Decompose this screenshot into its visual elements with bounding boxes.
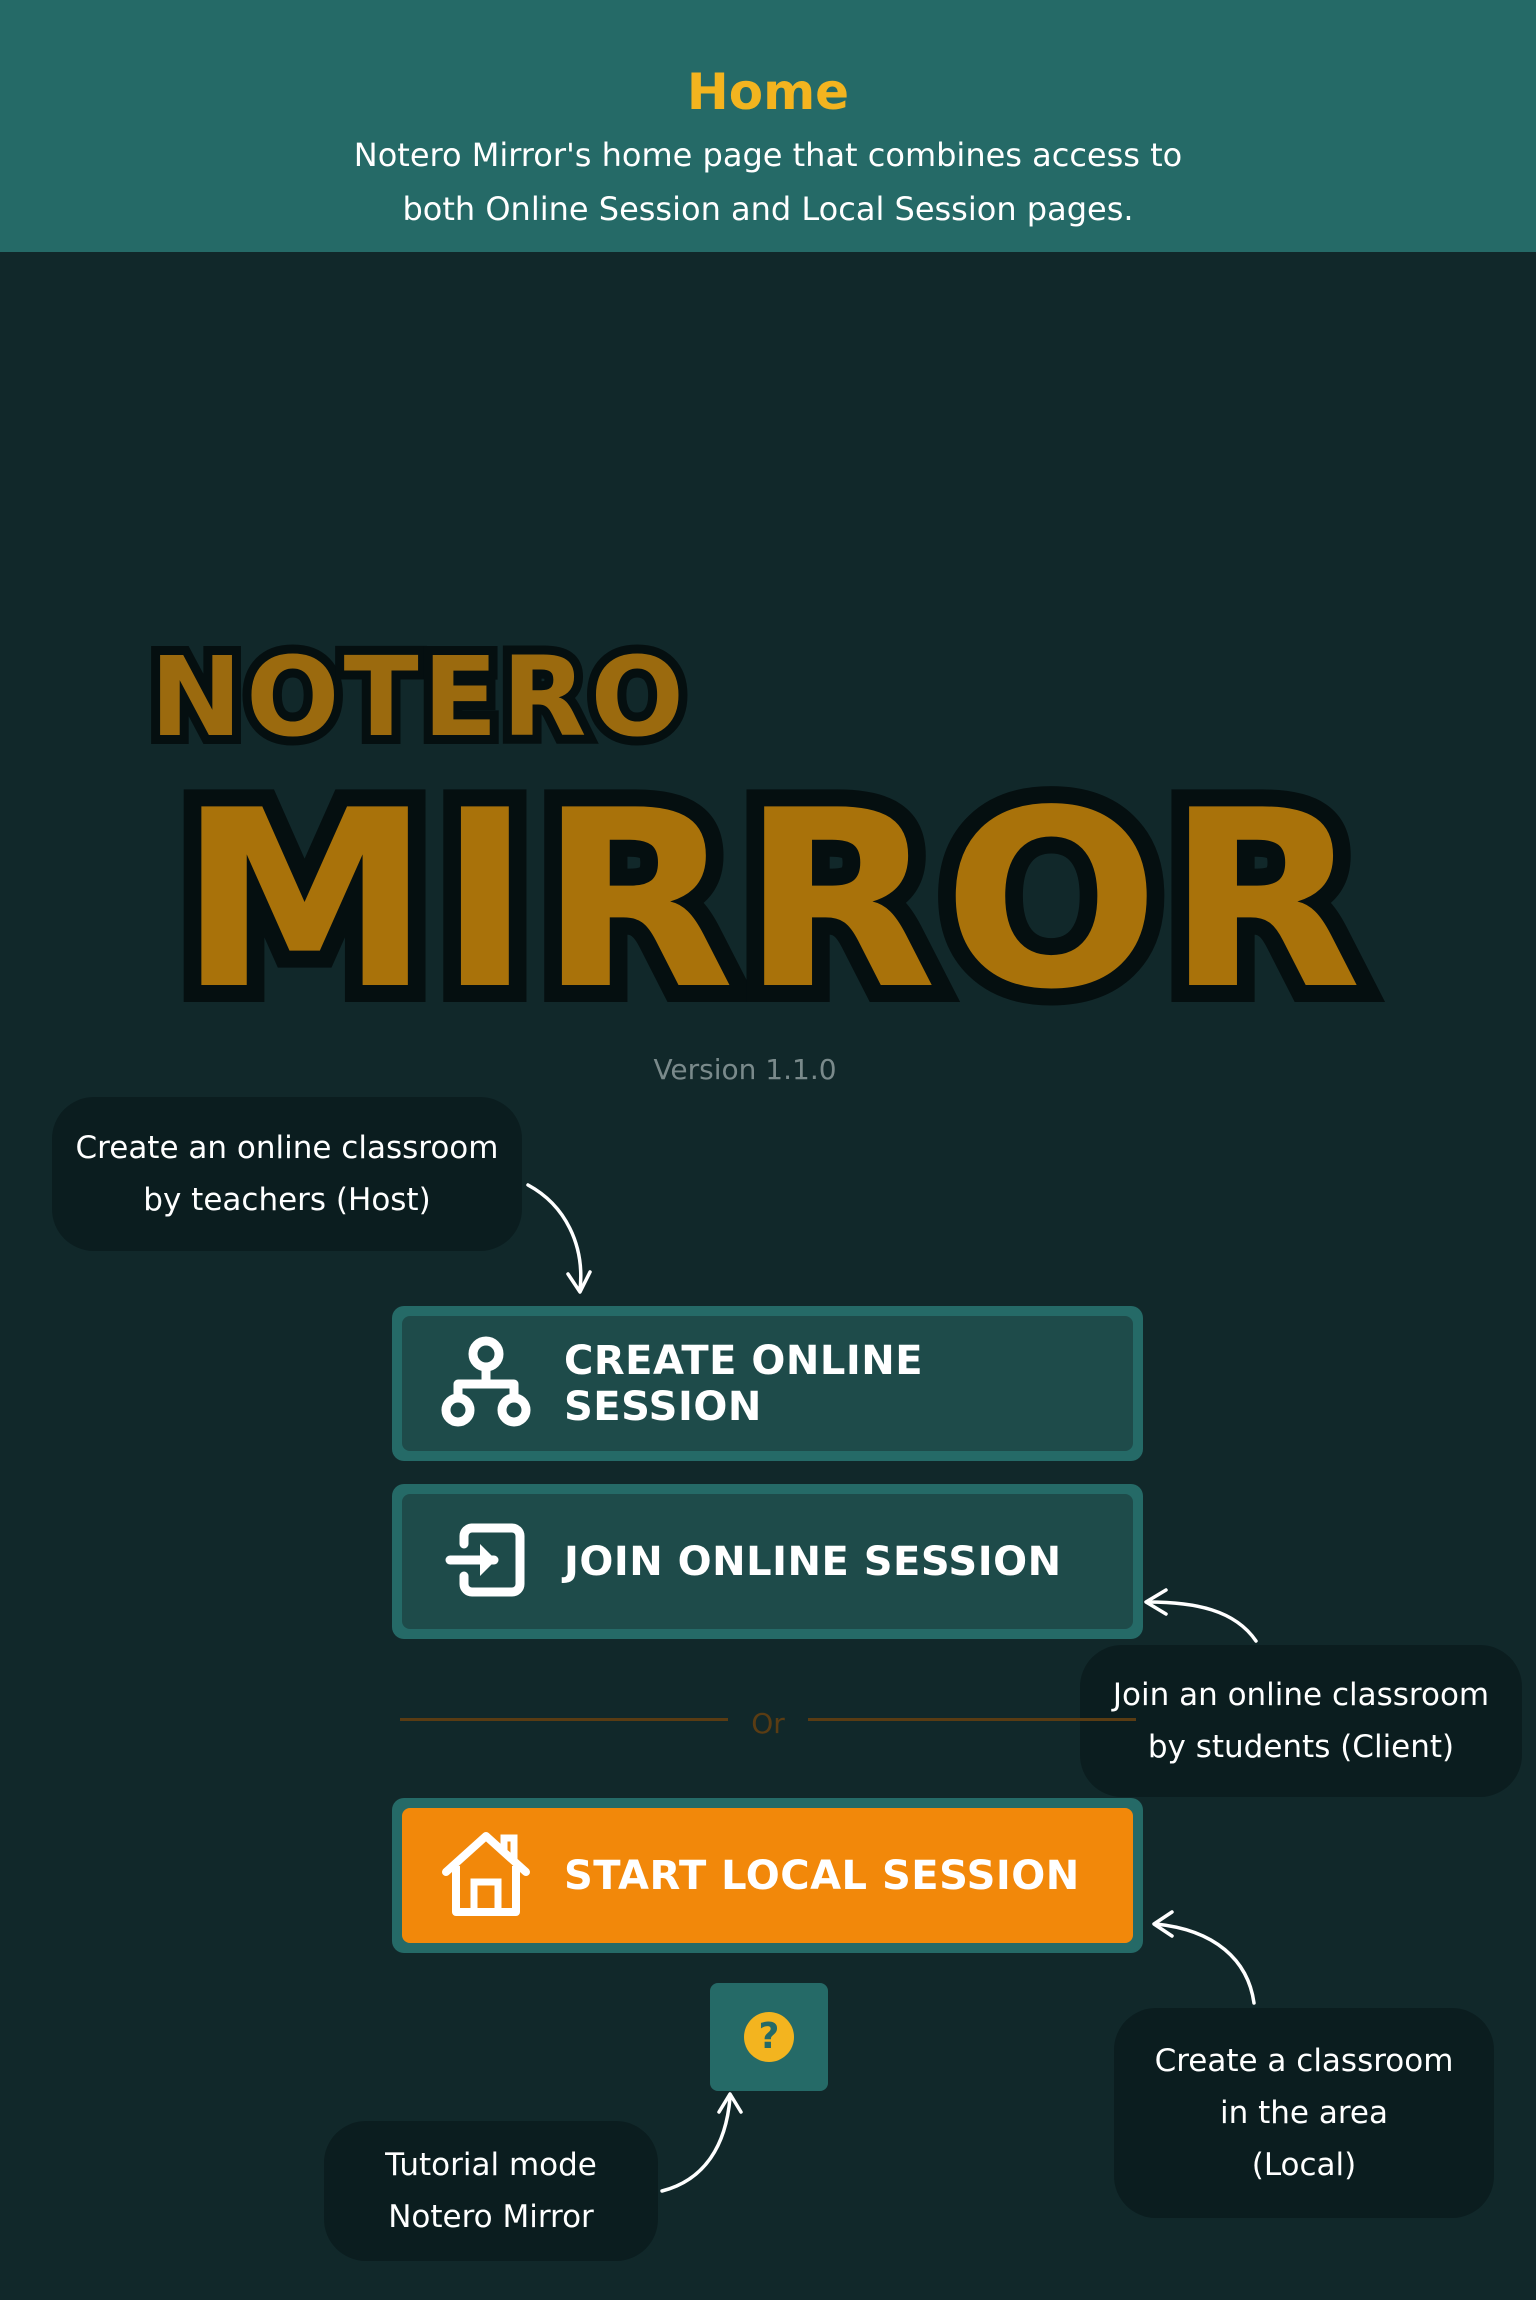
arrow-to-help-button — [660, 2092, 743, 2193]
arrow-to-join-button — [1144, 1588, 1258, 1643]
arrow-to-create-button — [526, 1183, 592, 1294]
annotation-arrows — [526, 1183, 1258, 2193]
arrow-to-local-button — [1152, 1910, 1256, 2005]
